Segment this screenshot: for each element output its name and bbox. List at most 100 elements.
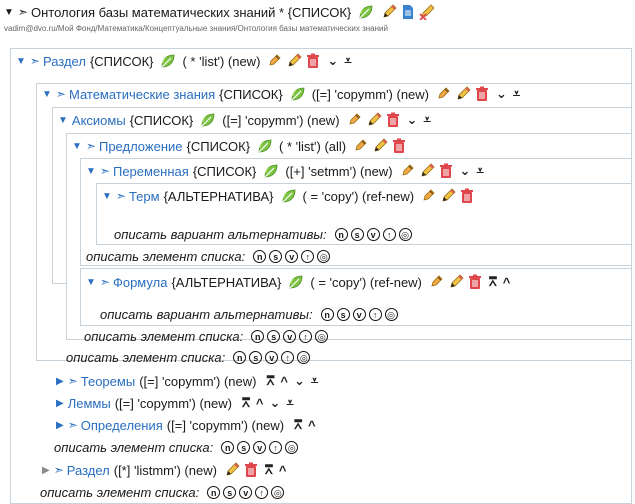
node-link[interactable]: Предложение <box>99 139 183 154</box>
move-up-icon[interactable]: ^ <box>256 396 264 411</box>
trash-icon[interactable] <box>467 274 483 290</box>
leaf-icon[interactable] <box>290 86 306 102</box>
node-link[interactable]: Леммы <box>68 396 111 411</box>
pencil-small-icon[interactable] <box>421 188 437 204</box>
value-circle-icon[interactable]: v <box>366 227 380 241</box>
expand-icon[interactable]: ▶ <box>42 465 50 476</box>
trash-icon[interactable] <box>243 462 259 478</box>
new-circle-icon[interactable]: n <box>320 307 334 321</box>
value-circle-icon[interactable]: v <box>352 307 366 321</box>
move-bottom-icon[interactable]: ⩡ <box>423 112 430 128</box>
move-down-icon[interactable]: ⌄ <box>407 112 418 128</box>
collapse-icon[interactable]: ▼ <box>102 191 112 202</box>
new-circle-icon[interactable]: n <box>334 227 348 241</box>
leaf-icon[interactable] <box>160 53 176 69</box>
move-up-icon[interactable]: ^ <box>279 463 287 478</box>
move-down-icon[interactable]: ⌄ <box>269 395 280 411</box>
document-icon[interactable] <box>400 4 416 20</box>
trash-icon[interactable] <box>459 188 475 204</box>
target-circle-icon[interactable]: ◎ <box>398 227 412 241</box>
trash-icon[interactable] <box>385 112 401 128</box>
move-bottom-icon[interactable]: ⩡ <box>344 53 351 69</box>
collapse-icon[interactable]: ▼ <box>86 166 96 177</box>
collapse-icon[interactable]: ▼ <box>42 89 52 100</box>
select-circle-icon[interactable]: s <box>223 485 237 499</box>
value-circle-icon[interactable]: v <box>265 350 279 364</box>
leaf-icon[interactable] <box>358 4 374 20</box>
node-link[interactable]: Терм <box>129 189 160 204</box>
new-circle-icon[interactable]: n <box>251 329 265 343</box>
select-circle-icon[interactable]: s <box>336 307 350 321</box>
node-link[interactable]: Формула <box>113 275 167 290</box>
up-circle-icon[interactable]: ↑ <box>368 307 382 321</box>
select-circle-icon[interactable]: s <box>237 440 251 454</box>
value-circle-icon[interactable]: v <box>285 249 299 263</box>
value-circle-icon[interactable]: v <box>283 329 297 343</box>
move-bottom-icon[interactable]: ⩡ <box>286 395 293 411</box>
pencil-icon[interactable] <box>224 462 240 478</box>
trash-icon[interactable] <box>305 53 321 69</box>
move-up-icon[interactable]: ^ <box>280 374 288 389</box>
move-up-icon[interactable]: ^ <box>308 418 316 433</box>
expand-icon[interactable]: ▶ <box>56 398 64 409</box>
collapse-icon[interactable]: ▼ <box>16 56 26 67</box>
move-top-icon[interactable]: ⩞ <box>266 373 274 389</box>
select-circle-icon[interactable]: s <box>269 249 283 263</box>
leaf-icon[interactable] <box>263 163 279 179</box>
new-circle-icon[interactable]: n <box>221 440 235 454</box>
pencil-icon[interactable] <box>448 274 464 290</box>
node-link[interactable]: Раздел <box>67 463 110 478</box>
move-top-icon[interactable]: ⩞ <box>242 395 250 411</box>
move-top-icon[interactable]: ⩞ <box>265 462 273 478</box>
target-circle-icon[interactable]: ◎ <box>297 350 311 364</box>
select-circle-icon[interactable]: s <box>350 227 364 241</box>
up-circle-icon[interactable]: ↑ <box>299 329 313 343</box>
pencil-icon[interactable] <box>419 163 435 179</box>
new-circle-icon[interactable]: n <box>253 249 267 263</box>
leaf-icon[interactable] <box>288 274 304 290</box>
up-circle-icon[interactable]: ↑ <box>269 440 283 454</box>
target-circle-icon[interactable]: ◎ <box>271 485 285 499</box>
pencil-icon[interactable] <box>286 53 302 69</box>
node-link[interactable]: Аксиомы <box>72 113 126 128</box>
collapse-icon[interactable]: ▼ <box>72 141 82 152</box>
move-top-icon[interactable]: ⩞ <box>294 417 302 433</box>
up-circle-icon[interactable]: ↑ <box>382 227 396 241</box>
node-link[interactable]: Математические знания <box>69 87 215 102</box>
pencil-small-icon[interactable] <box>347 112 363 128</box>
value-circle-icon[interactable]: v <box>253 440 267 454</box>
collapse-icon[interactable]: ▼ <box>58 115 68 126</box>
new-circle-icon[interactable]: n <box>233 350 247 364</box>
pencil-icon[interactable] <box>366 112 382 128</box>
pencil-small-icon[interactable] <box>267 53 283 69</box>
select-circle-icon[interactable]: s <box>249 350 263 364</box>
leaf-icon[interactable] <box>200 112 216 128</box>
move-down-icon[interactable]: ⌄ <box>496 86 507 102</box>
pencil-small-icon[interactable] <box>400 163 416 179</box>
pencil-icon[interactable] <box>455 86 471 102</box>
move-bottom-icon[interactable]: ⩡ <box>476 163 483 179</box>
move-top-icon[interactable]: ⩞ <box>489 274 497 290</box>
trash-icon[interactable] <box>438 163 454 179</box>
target-circle-icon[interactable]: ◎ <box>315 329 329 343</box>
trash-icon[interactable] <box>474 86 490 102</box>
leaf-icon[interactable] <box>281 188 297 204</box>
up-circle-icon[interactable]: ↑ <box>281 350 295 364</box>
pencil-small-icon[interactable] <box>353 138 369 154</box>
node-link[interactable]: Теоремы <box>81 374 135 389</box>
collapse-icon[interactable]: ▼ <box>86 277 96 288</box>
pencil-icon[interactable] <box>372 138 388 154</box>
pencil-small-icon[interactable] <box>436 86 452 102</box>
pencil-icon[interactable] <box>440 188 456 204</box>
select-circle-icon[interactable]: s <box>267 329 281 343</box>
edit-pencil-icon[interactable] <box>381 4 397 20</box>
target-circle-icon[interactable]: ◎ <box>285 440 299 454</box>
leaf-icon[interactable] <box>257 138 273 154</box>
move-down-icon[interactable]: ⌄ <box>327 53 338 69</box>
move-bottom-icon[interactable]: ⩡ <box>513 86 520 102</box>
pencil-delete-icon[interactable] <box>419 4 435 20</box>
target-circle-icon[interactable]: ◎ <box>384 307 398 321</box>
node-link[interactable]: Определения <box>81 418 163 433</box>
move-down-icon[interactable]: ⌄ <box>460 163 471 179</box>
expand-root-icon[interactable]: ▼ <box>4 7 14 18</box>
